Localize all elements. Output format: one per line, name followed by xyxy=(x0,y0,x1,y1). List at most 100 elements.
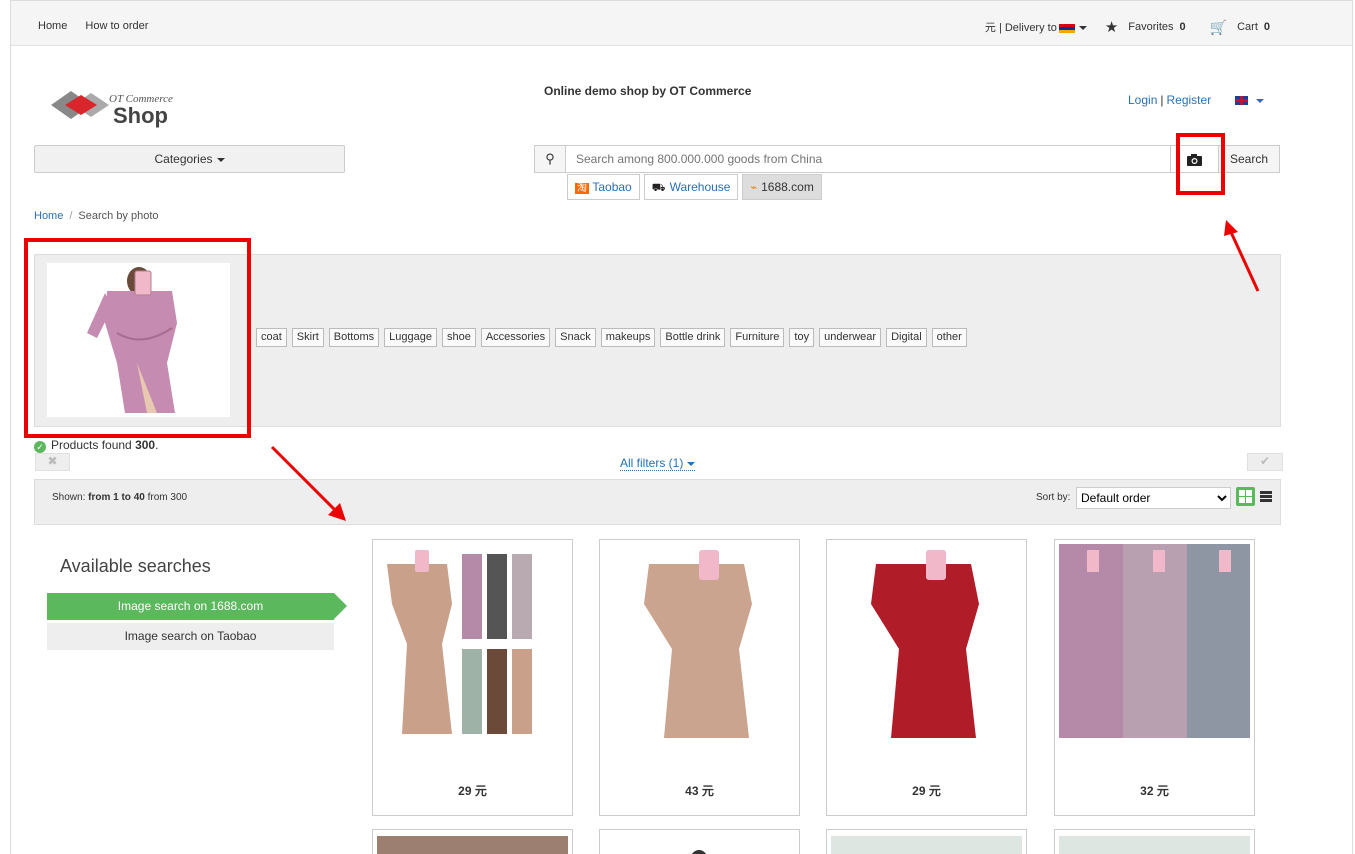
image-search-1688-item[interactable]: Image search on 1688.com xyxy=(47,593,347,620)
favorites-link[interactable]: Favorites 0 xyxy=(1128,21,1185,33)
product-card[interactable]: 43 元 xyxy=(599,539,800,816)
product-card[interactable]: 29 元 xyxy=(372,539,573,816)
breadcrumb-home-link[interactable]: Home xyxy=(34,210,63,222)
taobao-icon: 淘 xyxy=(575,183,589,194)
language-caret-icon[interactable] xyxy=(1255,98,1264,103)
nav-home-link[interactable]: Home xyxy=(38,20,67,32)
search-icon[interactable]: ⚲ xyxy=(534,145,566,173)
photo-tag[interactable]: Accessories xyxy=(480,328,551,347)
photo-tag[interactable]: Skirt xyxy=(291,328,324,347)
all-filters-toggle[interactable]: All filters (1) xyxy=(620,456,696,471)
provider-label: Warehouse xyxy=(669,180,731,194)
1688-icon: ⌁ xyxy=(750,182,758,194)
product-price: 43 元 xyxy=(685,784,714,798)
register-link[interactable]: Register xyxy=(1167,93,1212,107)
sort-select[interactable]: Default order xyxy=(1076,487,1231,509)
product-image xyxy=(1059,544,1250,738)
currency-symbol: 元 xyxy=(984,22,996,34)
login-link[interactable]: Login xyxy=(1128,93,1157,107)
auth-separator: | xyxy=(1160,93,1164,107)
breadcrumb-separator: / xyxy=(69,210,73,222)
caret-down-icon xyxy=(687,461,696,466)
check-circle-icon: ✓ xyxy=(34,441,46,453)
product-card[interactable]: 32 元 xyxy=(1054,539,1255,816)
results-toolbar: Shown: from 1 to 40 from 300 Sort by: De… xyxy=(34,479,1281,525)
provider-tabs: 淘 Taobao ⛟ Warehouse ⌁ 1688.com xyxy=(567,174,822,200)
photo-tag[interactable]: underwear xyxy=(819,328,882,347)
product-card[interactable] xyxy=(599,829,800,854)
caret-down-icon xyxy=(1078,26,1087,31)
check-icon: ✔ xyxy=(1259,454,1271,468)
uk-flag-icon[interactable] xyxy=(1234,96,1248,106)
apply-filters-button[interactable]: ✔ xyxy=(1247,453,1283,471)
photo-tag[interactable]: Furniture xyxy=(730,328,785,347)
image-search-taobao-item[interactable]: Image search on Taobao xyxy=(47,623,334,650)
search-input[interactable] xyxy=(566,145,1171,173)
cart-link[interactable]: Cart 0 xyxy=(1237,21,1270,33)
delivery-label: | Delivery to xyxy=(998,22,1057,34)
cart-icon[interactable]: 🛒 xyxy=(1210,19,1227,36)
photo-tag[interactable]: Luggage xyxy=(384,328,437,347)
photo-tag[interactable]: Digital xyxy=(886,328,927,347)
provider-label: Taobao xyxy=(592,180,632,194)
top-bar: Home How to order 元 | Delivery to ★ Favo… xyxy=(11,1,1352,46)
product-image xyxy=(377,836,568,854)
products-found: ✓ Products found 300. xyxy=(34,438,158,453)
nav-how-to-order-link[interactable]: How to order xyxy=(85,20,148,32)
sort-label: Sort by: xyxy=(1036,492,1071,503)
product-card[interactable] xyxy=(826,829,1027,854)
breadcrumb-current: Search by photo xyxy=(78,210,159,222)
favorites-label: Favorites xyxy=(1128,21,1174,33)
provider-tab-taobao[interactable]: 淘 Taobao xyxy=(567,174,640,200)
found-suffix: . xyxy=(155,438,159,452)
logo-big-text: Shop xyxy=(113,103,168,128)
arrow-down-icon xyxy=(270,445,346,521)
found-count: 300 xyxy=(135,438,156,452)
site-logo[interactable]: OT Commerce Shop xyxy=(51,83,191,129)
photo-tag[interactable]: Snack xyxy=(555,328,596,347)
photo-tag[interactable]: Bottoms xyxy=(328,328,380,347)
photo-tag[interactable]: toy xyxy=(789,328,815,347)
photo-highlight-box xyxy=(24,238,251,438)
photo-tag[interactable]: shoe xyxy=(441,328,476,347)
site-tagline: Online demo shop by OT Commerce xyxy=(544,84,752,98)
photo-tag[interactable]: makeups xyxy=(600,328,656,347)
product-image xyxy=(604,544,795,738)
provider-label: 1688.com xyxy=(761,180,814,194)
photo-tag[interactable]: Bottle drink xyxy=(660,328,726,347)
product-price: 29 元 xyxy=(458,784,487,798)
currency-selector[interactable]: 元 | Delivery to xyxy=(985,19,1087,35)
warehouse-icon: ⛟ xyxy=(651,182,666,194)
breadcrumb: Home / Search by photo xyxy=(34,210,159,222)
product-image xyxy=(692,850,706,854)
logo-diamond-icon xyxy=(51,91,109,119)
armenia-flag-icon xyxy=(1058,23,1075,33)
grid-view-icon[interactable] xyxy=(1236,487,1255,506)
reset-filters-button[interactable]: ✖ xyxy=(35,453,70,471)
page-frame: Home How to order 元 | Delivery to ★ Favo… xyxy=(10,0,1353,854)
product-image xyxy=(377,544,568,738)
search-bar: ⚲ Search xyxy=(534,145,1280,173)
product-image xyxy=(1059,836,1250,854)
list-view-icon[interactable] xyxy=(1260,491,1272,502)
provider-tab-1688[interactable]: ⌁ 1688.com xyxy=(742,174,822,200)
categories-button[interactable]: Categories xyxy=(34,145,345,173)
cart-count: 0 xyxy=(1263,21,1270,33)
photo-tag[interactable]: other xyxy=(931,328,967,347)
product-card[interactable] xyxy=(1054,829,1255,854)
photo-tag-list: coat Skirt Bottoms Luggage shoe Accessor… xyxy=(256,328,967,347)
arrow-up-icon xyxy=(1224,220,1260,292)
product-card[interactable] xyxy=(372,829,573,854)
available-searches-title: Available searches xyxy=(60,556,211,576)
auth-links: Login | Register xyxy=(1128,93,1264,107)
product-card[interactable]: 29 元 xyxy=(826,539,1027,816)
found-prefix: Products found xyxy=(51,438,136,452)
search-button[interactable]: Search xyxy=(1219,145,1280,173)
product-image xyxy=(831,544,1022,738)
star-icon[interactable]: ★ xyxy=(1105,18,1118,36)
close-icon: ✖ xyxy=(47,454,58,468)
cart-label: Cart xyxy=(1237,21,1258,33)
provider-tab-warehouse[interactable]: ⛟ Warehouse xyxy=(643,174,739,200)
photo-tag[interactable]: coat xyxy=(256,328,287,347)
shown-range-text: Shown: from 1 to 40 from 300 xyxy=(52,492,187,503)
